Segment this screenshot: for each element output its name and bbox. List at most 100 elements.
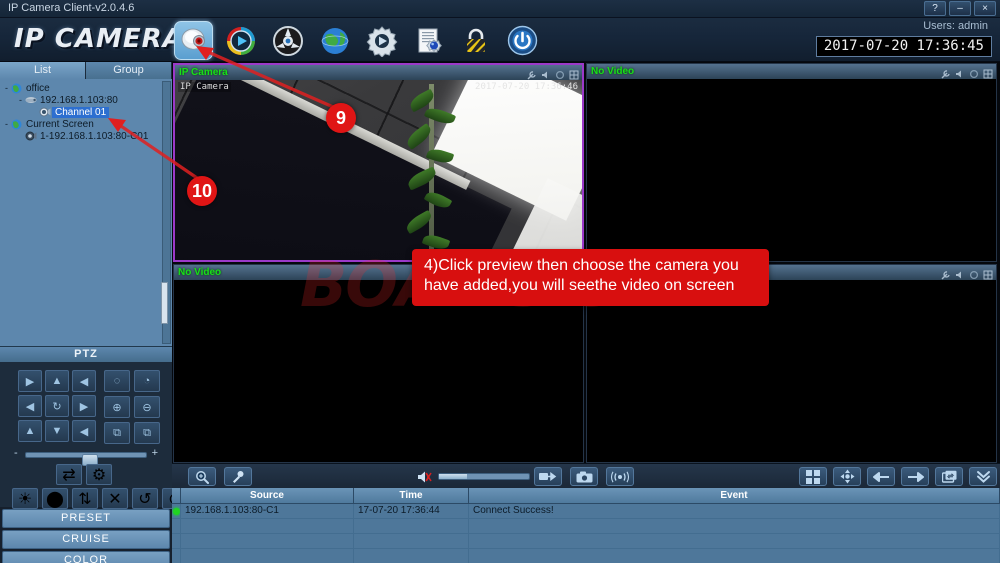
video-pane-2-body[interactable] (587, 79, 996, 261)
help-button[interactable]: ? (924, 1, 946, 16)
ptz-auto-scan-button[interactable]: ↻ (45, 395, 69, 417)
ptz-pan-down-right-button[interactable]: ◀ (72, 420, 96, 442)
video-pane-1-body[interactable]: IP Camera 2017-07-20 17:36:46 (175, 80, 582, 260)
video-pane-4-body[interactable] (587, 280, 996, 462)
title-bar: IP Camera Client-v2.0.4.6 ? – × (0, 0, 1000, 18)
ptz-cancel-button[interactable]: ✕ (102, 488, 128, 509)
ptz-adjust-grid: ◌ ◔ ⊕ ⊖ ⧉ ⧉ (104, 370, 160, 444)
ptz-speed-slider[interactable]: - + (14, 447, 158, 466)
manual-record-button[interactable] (534, 467, 562, 486)
layout-grid-button[interactable] (799, 467, 827, 486)
minimize-button[interactable]: – (949, 1, 971, 16)
toolbar-preview-camera-button[interactable] (174, 21, 213, 60)
digital-zoom-button[interactable] (188, 467, 216, 486)
toolbar-network-button[interactable] (315, 21, 354, 60)
snapshot-button[interactable] (570, 467, 598, 486)
tree-item-screen-channel[interactable]: 1-192.168.1.103:80-C01 (2, 130, 172, 142)
video-pane-2[interactable]: No Video (586, 63, 997, 262)
speaker-muted-icon[interactable] (417, 470, 433, 489)
ptz-pan-left-button[interactable]: ◀ (18, 395, 42, 417)
wrench-icon[interactable] (941, 66, 951, 79)
video-pane-1[interactable]: IP Camera IP Camera 2017-07-20 17:36:46 (173, 63, 584, 262)
ptz-focus-far-button[interactable]: ⊖ (134, 396, 160, 418)
tree-item-device[interactable]: - 192.168.1.103:80 (2, 94, 172, 106)
left-sidebar: List Group - office - 192.168.1.103:80 C… (0, 62, 188, 563)
ptz-wiper-button[interactable]: ⇅ (72, 488, 98, 509)
record-icon[interactable] (555, 67, 565, 80)
wrench-icon[interactable] (941, 267, 951, 280)
tree-item-label: 1-192.168.1.103:80-C01 (40, 130, 149, 142)
talk-button[interactable] (606, 467, 634, 486)
ptz-pan-down-left-button[interactable]: ▲ (18, 420, 42, 442)
ptz-function-row-2: ☀ ⬤ ⇅ ✕ ↺ ⊘ (12, 488, 188, 509)
ptz-brightness-button[interactable]: ☀ (12, 488, 38, 509)
ptz-pan-down-button[interactable]: ▼ (45, 420, 69, 442)
color-button[interactable]: COLOR (2, 551, 170, 563)
tree-item-current-screen[interactable]: - Current Screen (2, 118, 172, 130)
ptz-preset-jump-button[interactable]: ⇄ (56, 464, 82, 485)
ptz-iris-close-button[interactable]: ◔ (134, 370, 160, 392)
toolbar-lock-button[interactable] (456, 21, 495, 60)
ptz-pan-up-button[interactable]: ▲ (45, 370, 69, 392)
ptz-zoom-in-button[interactable]: ⧉ (104, 422, 130, 444)
toolbar-playback-button[interactable] (221, 21, 260, 60)
volume-slider[interactable] (438, 473, 530, 480)
ptz-zoom-out-button[interactable]: ⧉ (134, 422, 160, 444)
grid-icon[interactable] (983, 267, 993, 280)
power-icon (507, 25, 538, 56)
tab-group[interactable]: Group (86, 62, 172, 79)
video-pane-3-body[interactable] (174, 280, 583, 462)
next-page-button[interactable] (901, 467, 929, 486)
previous-page-button[interactable] (867, 467, 895, 486)
arrow-right-icon (907, 471, 924, 482)
expand-icon (840, 469, 854, 484)
ptz-light-button[interactable]: ⬤ (42, 488, 68, 509)
ptz-direction-pad: ▶ ▲ ◀ ◀ ↻ ▶ ▲ ▼ ◀ (18, 370, 96, 442)
ptz-rotate-button[interactable]: ↺ (132, 488, 158, 509)
tree-item-office[interactable]: - office (2, 82, 172, 94)
expander-icon[interactable]: - (2, 83, 11, 93)
play-circle-icon (226, 26, 255, 55)
collapse-button[interactable] (969, 467, 997, 486)
ptz-function-row-1: ⇄ ⚙ (56, 464, 112, 485)
speaker-icon[interactable] (541, 67, 551, 79)
ptz-focus-near-button[interactable]: ⊕ (104, 396, 130, 418)
tree-item-channel-01[interactable]: Channel 01 (2, 106, 172, 118)
ptz-speed-track[interactable] (25, 452, 147, 466)
table-row[interactable]: 192.168.1.103:80-C1 17-07-20 17:36:44 Co… (172, 503, 1000, 519)
ptz-pan-up-right-button[interactable]: ◀ (72, 370, 96, 392)
speaker-icon[interactable] (955, 66, 965, 78)
toolbar-power-button[interactable] (503, 21, 542, 60)
record-icon[interactable] (969, 66, 979, 79)
toolbar-settings-button[interactable] (362, 21, 401, 60)
wrench-icon[interactable] (527, 67, 537, 80)
camera-icon (25, 131, 38, 142)
expander-icon[interactable]: - (2, 119, 11, 129)
toolbar-ptz-button[interactable] (268, 21, 307, 60)
expander-icon[interactable]: - (16, 95, 25, 105)
microphone-icon (233, 470, 244, 483)
tree-item-label: 192.168.1.103:80 (40, 94, 118, 106)
app-header: IP CAMERA Users: admin 2017-07-20 17:36:… (0, 18, 1000, 62)
ptz-pan-up-left-button[interactable]: ▶ (18, 370, 42, 392)
ptz-iris-open-button[interactable]: ◌ (104, 370, 130, 392)
preset-button[interactable]: PRESET (2, 509, 170, 528)
close-button[interactable]: × (974, 1, 996, 16)
auto-switch-button[interactable] (935, 467, 963, 486)
globe-icon (11, 83, 24, 94)
grid-icon[interactable] (983, 66, 993, 79)
speaker-icon[interactable] (955, 267, 965, 279)
log-col-event: Event (469, 488, 1000, 503)
ptz-config-button[interactable]: ⚙ (86, 464, 112, 485)
toolbar-logs-button[interactable] (409, 21, 448, 60)
grid-icon[interactable] (569, 67, 579, 80)
video-pane-4-icons (941, 267, 993, 280)
record-icon[interactable] (969, 267, 979, 280)
tree-scrollbar-track[interactable] (161, 81, 171, 344)
cruise-button[interactable]: CRUISE (2, 530, 170, 549)
tree-scrollbar-thumb[interactable] (161, 282, 168, 324)
tab-list[interactable]: List (0, 62, 86, 79)
microphone-button[interactable] (224, 467, 252, 486)
fullscreen-button[interactable] (833, 467, 861, 486)
ptz-pan-right-button[interactable]: ▶ (72, 395, 96, 417)
